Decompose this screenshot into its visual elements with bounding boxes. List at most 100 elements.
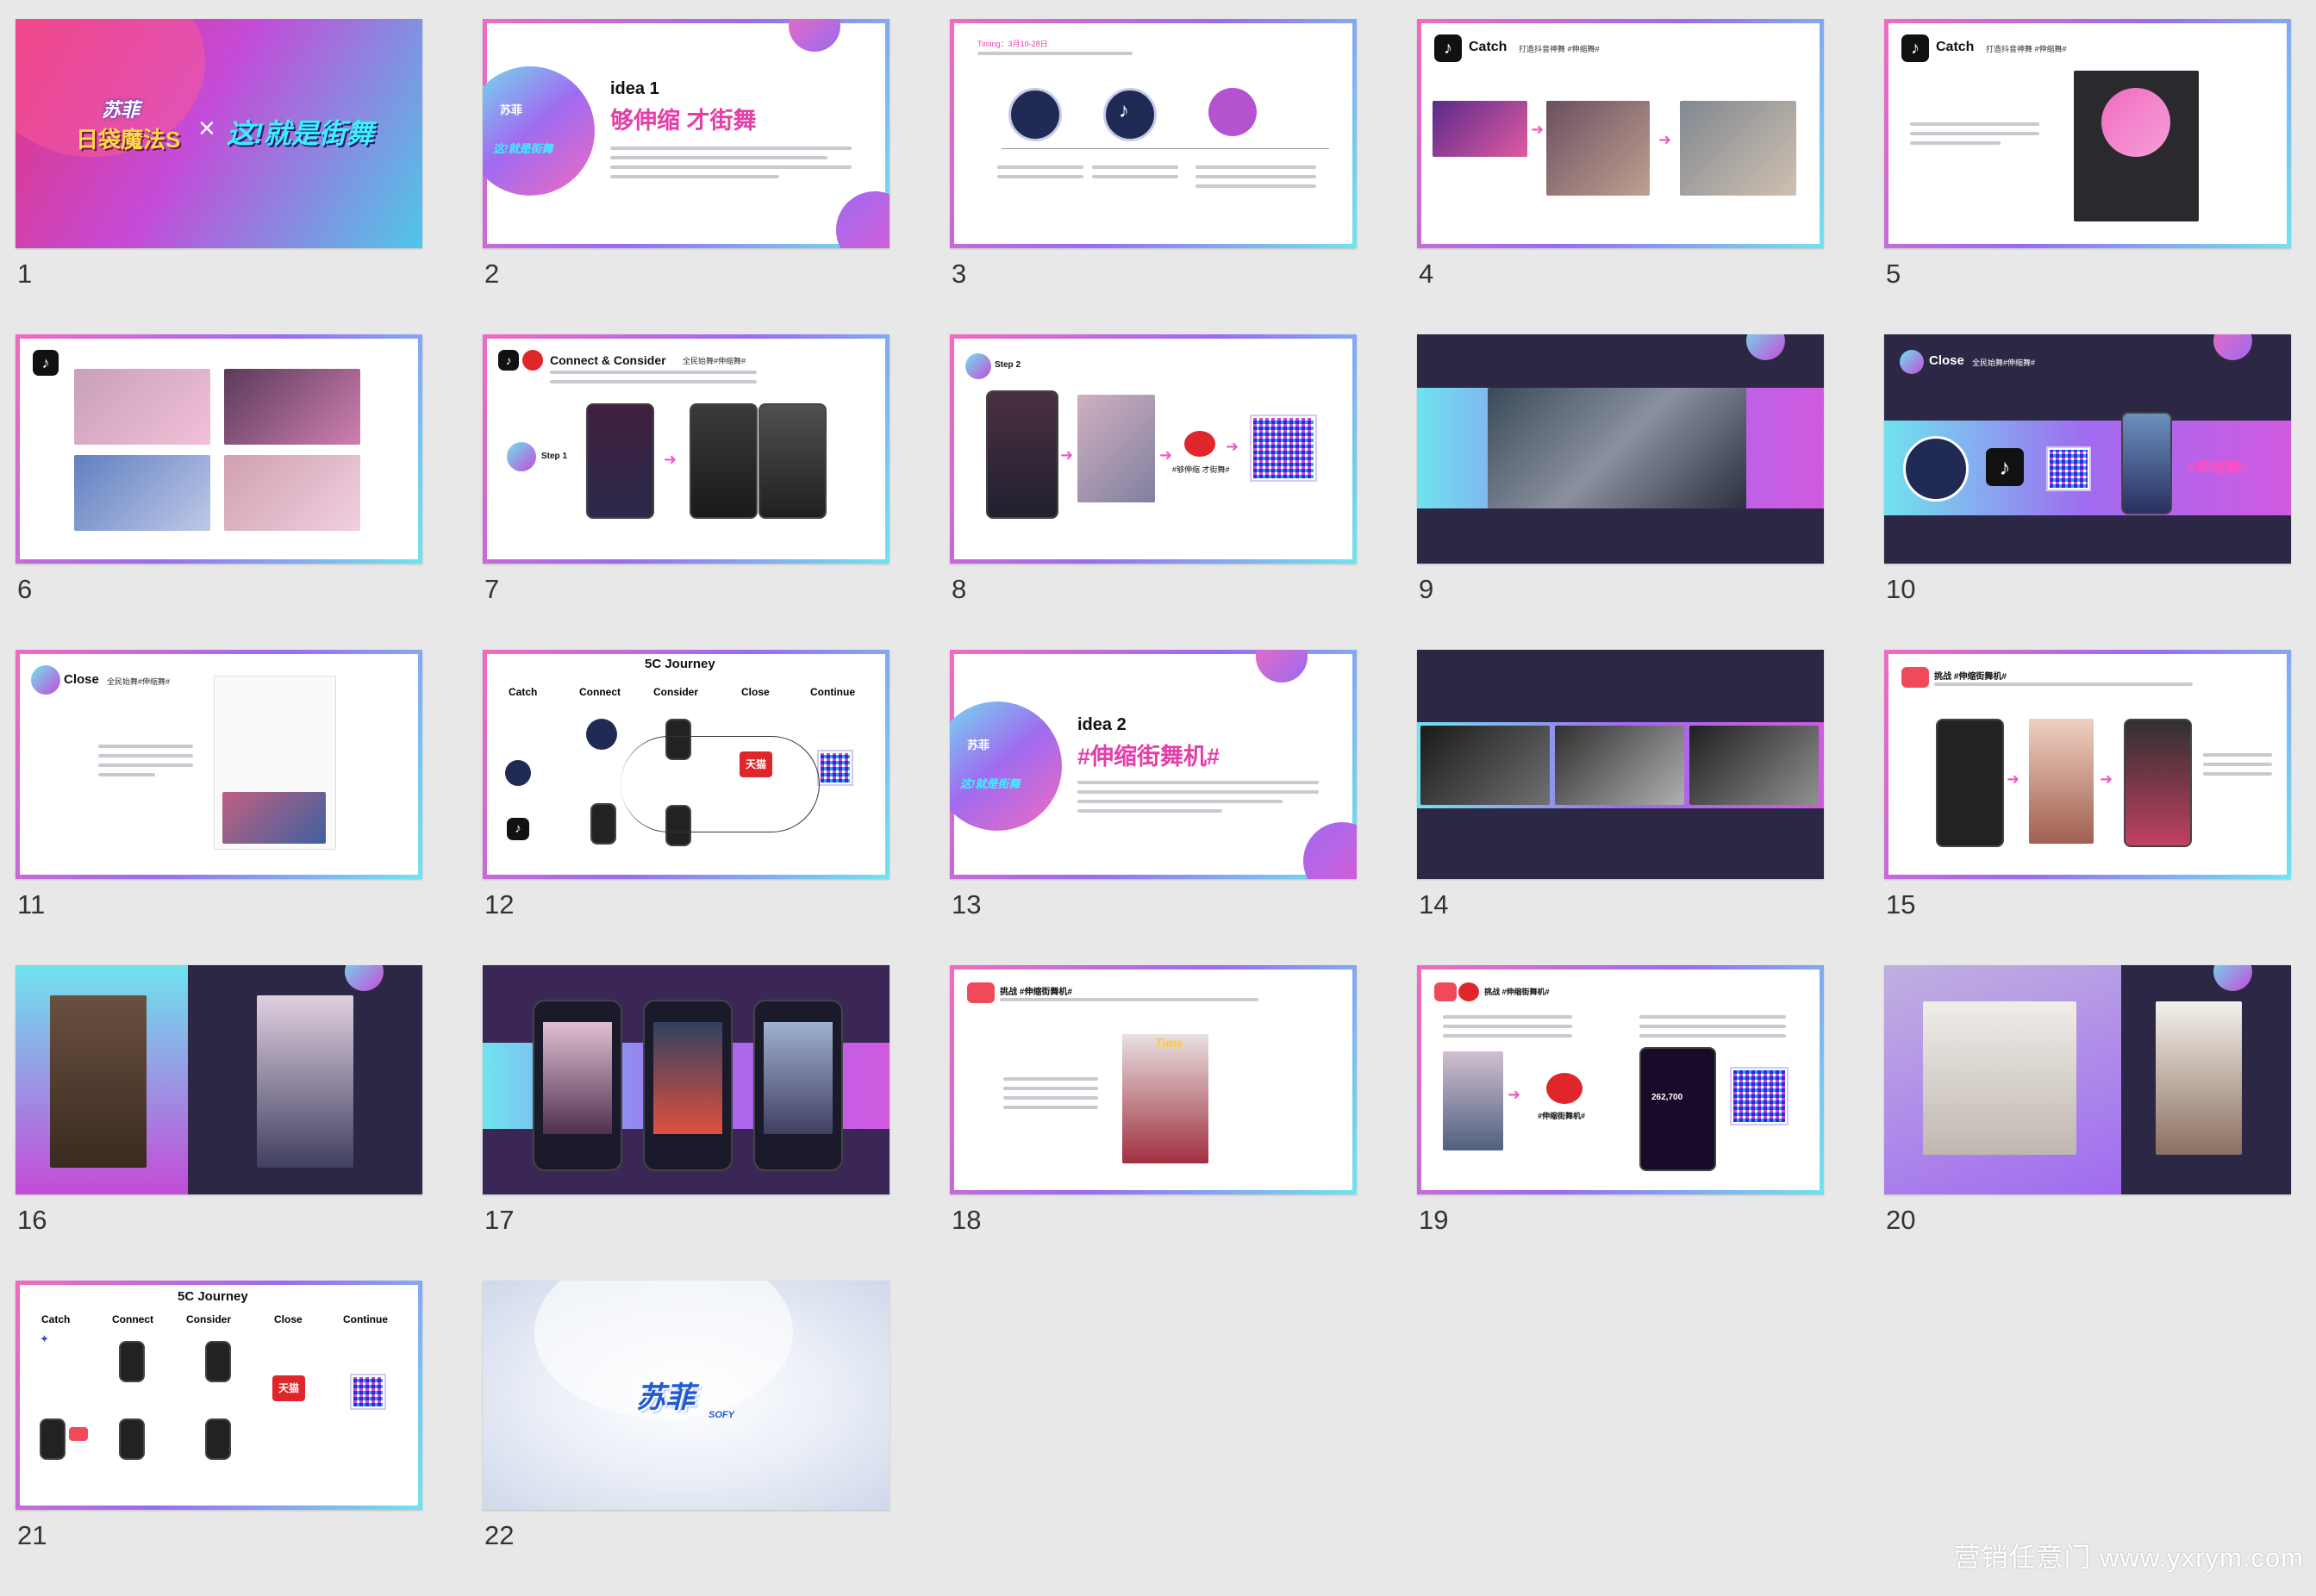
slide-number: 18	[952, 1205, 982, 1235]
phone-mockup	[643, 1000, 733, 1171]
slide-thumbnail-2[interactable]: 苏菲 这!就是街舞 idea 1 够伸缩 才街舞	[483, 19, 890, 248]
dance-photo	[2156, 1001, 2242, 1155]
weibo-icon	[522, 350, 543, 371]
deco-circle	[789, 19, 840, 52]
slide-thumbnail-9[interactable]	[1417, 334, 1824, 564]
body-text	[977, 52, 1133, 61]
slide-title: idea 2	[1077, 715, 1127, 734]
slide-thumbnail-11[interactable]: Close 全民始舞#伸缩舞#	[16, 650, 422, 879]
deco-circle	[836, 191, 890, 248]
slide-cell-14: 14	[1417, 650, 1824, 965]
phone-screenshot	[2124, 719, 2192, 847]
slide-thumbnail-6[interactable]: ♪	[16, 334, 422, 564]
times-icon: ×	[198, 112, 215, 145]
phone-screenshot	[986, 390, 1058, 519]
post-image	[222, 792, 326, 844]
hashtag: #伸缩舞#	[2188, 459, 2248, 476]
slide-thumbnail-19[interactable]: 挑战 #伸缩街舞机# ➜ #伸缩街舞机# 262,700	[1417, 965, 1824, 1194]
flow-connector	[621, 736, 820, 832]
arrow-icon: ➜	[1159, 446, 1173, 464]
slide-number: 3	[952, 259, 967, 289]
step-label: Step 1	[541, 452, 568, 461]
close-icon	[31, 665, 60, 695]
stage-catch: Catch	[509, 686, 538, 698]
slide-headline: 够伸缩 才街舞	[610, 108, 757, 134]
phone-screen	[764, 1022, 833, 1134]
brand-logo: 苏菲	[636, 1381, 695, 1414]
slide-number: 7	[484, 574, 500, 604]
slide-thumbnail-3[interactable]: Timing：3月10-28日 ♪	[950, 19, 1357, 248]
slide-cell-10: Close 全民始舞#伸缩舞# ♪ #伸缩舞# 10	[1884, 334, 2291, 650]
timeline-node-3	[1208, 88, 1257, 136]
body-text	[1000, 998, 1258, 1007]
stage-connect: Connect	[579, 686, 621, 698]
slide-number: 12	[484, 889, 515, 920]
step-icon	[507, 442, 536, 471]
slide-number: 8	[952, 574, 967, 604]
slide-thumbnail-8[interactable]: Step 2 ➜ ➜ #够伸缩 才街舞# ➜	[950, 334, 1357, 564]
slide-title: Connect & Consider	[550, 353, 666, 367]
deco-circle	[1303, 822, 1357, 879]
slide-number: 20	[1886, 1205, 1916, 1235]
arrow-icon: ➜	[2007, 770, 2020, 788]
slide-thumbnail-12[interactable]: 5C Journey Catch Connect Consider Close …	[483, 650, 890, 879]
qr-code-image	[1730, 1067, 1789, 1125]
screenshot-image	[2029, 719, 2094, 844]
slide-thumbnail-21[interactable]: 5C Journey Catch Connect Consider Close …	[16, 1281, 422, 1510]
slide-title: Close	[1929, 353, 1964, 368]
screenshot-image	[1546, 101, 1650, 196]
brand-logo: 苏菲	[102, 99, 140, 121]
slide-thumbnail-22[interactable]: 苏菲 SOFY	[483, 1281, 890, 1510]
video-still	[1689, 726, 1819, 805]
body-text	[1639, 1015, 1786, 1044]
slide-headline: #伸缩街舞机#	[1077, 744, 1220, 770]
phone-screenshot	[758, 403, 827, 519]
brand-circle	[483, 66, 595, 196]
slide-subtitle: 全民始舞#伸缩舞#	[107, 677, 171, 686]
tiktok-icon: ♪	[1434, 34, 1462, 62]
slide-thumbnail-5[interactable]: ♪ Catch 打造抖音神舞 #伸缩舞#	[1884, 19, 2291, 248]
slide-cell-20: 20	[1884, 965, 2291, 1281]
slide-thumbnail-4[interactable]: ♪ Catch 打造抖音神舞 #伸缩舞# ➜ ➜	[1417, 19, 1824, 248]
slide-number: 16	[17, 1205, 47, 1235]
step-label: Step 2	[995, 360, 1021, 370]
slide-title: idea 1	[610, 79, 659, 98]
slide-thumbnail-15[interactable]: 挑战 #伸缩街舞机# ➜ ➜	[1884, 650, 2291, 879]
slide-cell-5: ♪ Catch 打造抖音神舞 #伸缩舞# 5	[1884, 19, 2291, 334]
arrow-icon: ➜	[1226, 438, 1239, 455]
watermark: 营销任意门 www.yxrym.com	[1953, 1543, 2304, 1573]
slide-number: 22	[484, 1520, 515, 1550]
slide-cell-6: ♪ 6	[16, 334, 422, 650]
slide-thumbnail-13[interactable]: 苏菲 这!就是街舞 idea 2 #伸缩街舞机#	[950, 650, 1357, 879]
arrow-icon: ➜	[2100, 770, 2113, 788]
body-text	[1077, 781, 1319, 819]
slide-cell-17: 17	[483, 965, 890, 1281]
weibo-icon	[1458, 982, 1479, 1001]
slide-thumbnail-7[interactable]: ♪ Connect & Consider 全民始舞#伸缩舞# Step 1 ➜	[483, 334, 890, 564]
slide-thumbnail-17[interactable]	[483, 965, 890, 1194]
slide-thumbnail-14[interactable]	[1417, 650, 1824, 879]
slide-thumbnail-18[interactable]: 挑战 #伸缩街舞机# Time	[950, 965, 1357, 1194]
screenshot-image	[1077, 395, 1155, 502]
slide-title: 5C Journey	[645, 657, 715, 671]
slide-number: 9	[1419, 574, 1434, 604]
stage-continue: Continue	[343, 1313, 388, 1325]
slide-thumbnail-1[interactable]: 苏菲 日袋魔法S × 这!就是街舞	[16, 19, 422, 248]
slide-number: 15	[1886, 889, 1916, 920]
timeline-node-1	[1008, 88, 1062, 141]
phone-screenshot	[119, 1341, 145, 1382]
qr-code-image	[1250, 415, 1317, 482]
slide-thumbnail-16[interactable]	[16, 965, 422, 1194]
step-icon	[965, 353, 991, 379]
phone-screen	[653, 1022, 722, 1134]
video-still	[224, 455, 360, 531]
room-photo	[1923, 1001, 2076, 1155]
slide-thumbnail-10[interactable]: Close 全民始舞#伸缩舞# ♪ #伸缩舞#	[1884, 334, 2291, 564]
tiktok-icon: ♪	[1986, 448, 2024, 486]
timeline	[1002, 148, 1329, 149]
overlay-text: Time	[1155, 1036, 1183, 1050]
node-caption	[1195, 165, 1316, 194]
score-value: 262,700	[1651, 1093, 1683, 1102]
screenshot-image	[1433, 101, 1527, 157]
slide-thumbnail-20[interactable]	[1884, 965, 2291, 1194]
